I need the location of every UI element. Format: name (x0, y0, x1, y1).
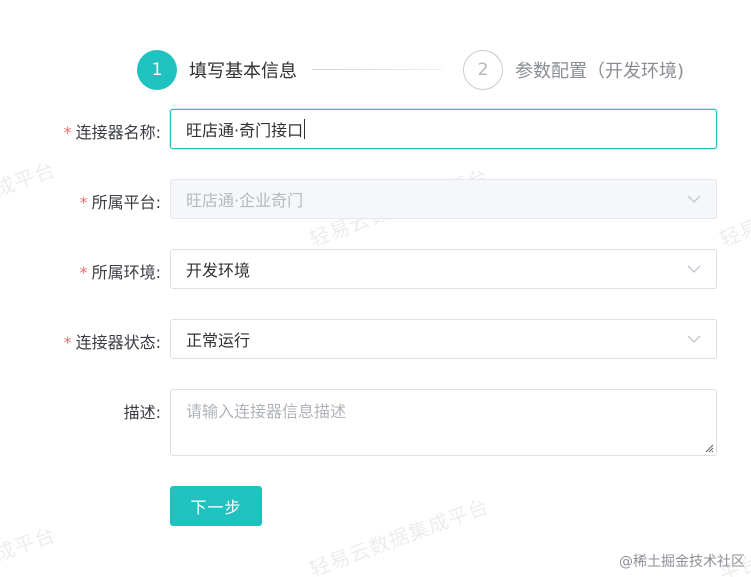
step-title: 参数配置（开发环境) (515, 61, 685, 82)
steps-bar: 1 填写基本信息 2 参数配置（开发环境) (137, 50, 737, 90)
required-asterisk: * (79, 193, 88, 212)
step-number: 2 (463, 50, 503, 90)
status-select[interactable]: 正常运行 (170, 319, 717, 359)
chevron-down-icon (687, 335, 701, 343)
select-value: 正常运行 (186, 331, 251, 350)
description-textarea[interactable]: 请输入连接器信息描述 (170, 389, 717, 456)
field-label: * 连接器名称: (63, 123, 161, 142)
chevron-down-icon (687, 265, 701, 273)
connector-name-input[interactable]: 旺店通·奇门接口 (170, 109, 717, 149)
input-value: 旺店通·奇门接口 (186, 121, 304, 140)
platform-select[interactable]: 旺店通·企业奇门 (170, 179, 717, 219)
step-param-config[interactable]: 2 参数配置（开发环境) (463, 50, 684, 90)
form-row-environment: * 所属环境: 开发环境 (0, 249, 751, 289)
form-row-description: 描述: 请输入连接器信息描述 (0, 389, 751, 456)
field-label: * 所属平台: (79, 193, 161, 212)
field-label: * 所属环境: (79, 263, 161, 282)
required-asterisk: * (63, 333, 72, 352)
required-asterisk: * (63, 123, 72, 142)
page: 成平台 轻易云数据集成平台 轻易 成平台 轻易云数据集成平台 平台 1 填写基本… (0, 0, 751, 577)
form-row-platform: * 所属平台: 旺店通·企业奇门 (0, 179, 751, 219)
form-row-connector-name: * 连接器名称: 旺店通·奇门接口 (0, 109, 751, 149)
select-value: 开发环境 (186, 261, 251, 280)
watermark: 轻易云数据集成平台 (306, 494, 493, 577)
field-label: * 连接器状态: (63, 333, 161, 352)
step-number: 1 (137, 50, 177, 90)
select-value: 旺店通·企业奇门 (186, 191, 304, 210)
text-caret (304, 119, 306, 139)
footer-credit: @稀土掘金技术社区 (619, 554, 745, 570)
chevron-down-icon (687, 195, 701, 203)
environment-select[interactable]: 开发环境 (170, 249, 717, 289)
required-asterisk: * (79, 263, 88, 282)
step-basic-info[interactable]: 1 填写基本信息 (137, 50, 297, 90)
resize-handle-icon[interactable] (704, 443, 714, 453)
step-connector-line (312, 69, 442, 70)
next-step-button[interactable]: 下一步 (170, 486, 262, 526)
form-row-status: * 连接器状态: 正常运行 (0, 319, 751, 359)
field-label: 描述: (123, 403, 161, 422)
watermark: 成平台 (0, 522, 59, 567)
step-title: 填写基本信息 (189, 61, 297, 82)
textarea-placeholder: 请输入连接器信息描述 (186, 402, 347, 421)
